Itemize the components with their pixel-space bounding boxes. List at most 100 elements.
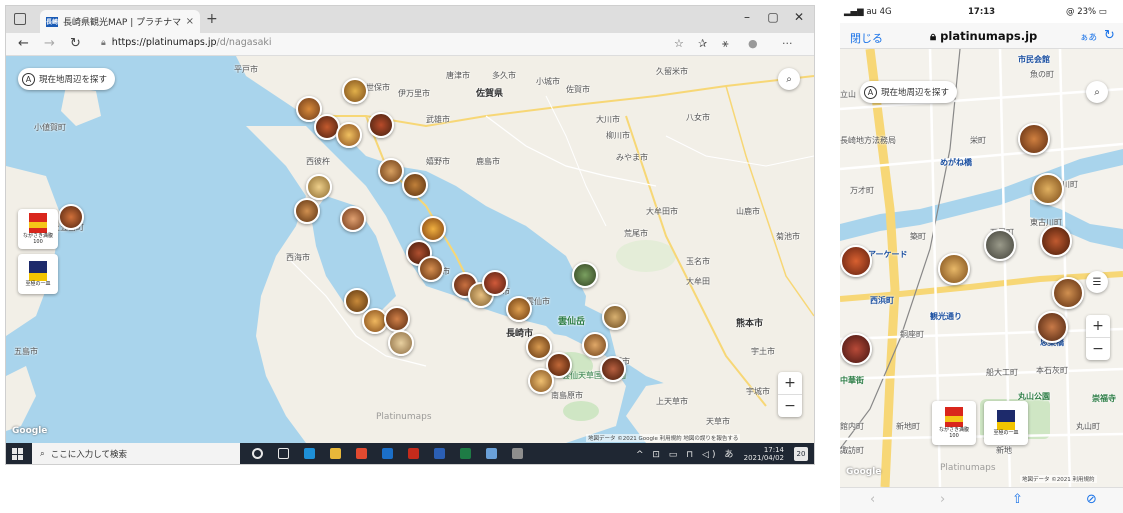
locate-nearby-button[interactable]: A 現在地周辺を探す [18,68,116,90]
excel-icon[interactable] [460,448,471,459]
place-label: 大牟田 [686,277,710,286]
spot-pin[interactable] [984,229,1016,261]
place-label: 佐賀市 [566,85,590,94]
spot-pin[interactable] [582,332,608,358]
place-label: 鹿島市 [476,157,500,166]
spot-pin[interactable] [482,270,508,296]
back-button[interactable]: ← [18,36,29,51]
favorites-icon[interactable]: ✰ [698,37,707,50]
chrome-icon[interactable] [356,448,367,459]
taskbar-search-field[interactable]: ⌕ ここに入力して検索 [32,443,240,464]
spot-pin[interactable] [402,172,428,198]
spot-pin[interactable] [306,174,332,200]
map-attribution[interactable]: 地図データ ©2021 Google 利用規約 地図の誤りを報告する [586,434,741,442]
card-caption: ながさき満腹 100 [22,233,53,245]
collection-card-shigoku[interactable]: 至極の一皿 [18,254,58,294]
collection-card-manpuku[interactable]: ながさき満腹 100 [932,401,976,445]
back-button[interactable]: ‹ [870,492,875,507]
spot-pin[interactable] [840,245,872,277]
close-window-button[interactable]: ✕ [788,10,810,24]
domain-label[interactable]: 🔒︎ platinumaps.jp [930,29,1037,44]
spot-pin[interactable] [572,262,598,288]
browser-tab[interactable]: 長崎 長崎県観光MAP | プラチナマップ × [40,10,200,33]
settings-app-icon[interactable] [512,448,523,459]
url-field[interactable]: 🔒︎ https://platinumaps.jp/d/nagasaki [101,37,272,48]
close-button[interactable]: 閉じる [850,30,883,46]
spot-pin[interactable] [528,368,554,394]
spot-pin[interactable] [58,204,84,230]
search-icon[interactable]: ⌕ [778,68,800,90]
minimize-button[interactable]: – [736,10,758,24]
acrobat-icon[interactable] [408,448,419,459]
share-icon[interactable]: ⇧ [1012,492,1023,507]
list-icon[interactable]: ☰ [1086,271,1108,293]
profile-avatar[interactable]: ● [748,37,758,50]
spot-pin[interactable] [506,296,532,322]
spot-pin[interactable] [938,253,970,285]
mobile-browser: ▂▄▆ au 4G 17:13 @ 23% ▭ 閉じる 🔒︎ platinuma… [840,5,1123,513]
phone-map-view[interactable]: 市民会館 魚の町 立山 長崎地方法務局 栄町 めがね橋 万才町 川町 築町 万屋… [840,49,1123,487]
collections-icon[interactable]: ⚹ [722,37,729,51]
refresh-button[interactable]: ↻ [70,36,81,51]
spot-pin[interactable] [1052,277,1084,309]
place-label: 上天草市 [656,397,688,406]
collection-card-manpuku[interactable]: ながさき満腹 100 [18,209,58,249]
phone-zoom-control: + − [1086,315,1110,360]
tab-close-icon[interactable]: × [186,16,194,27]
spot-pin[interactable] [600,356,626,382]
spot-pin[interactable] [1036,311,1068,343]
text-size-button[interactable]: ぁあ [1080,31,1097,43]
zoom-out-button[interactable]: − [778,395,802,417]
spot-pin[interactable] [1040,225,1072,257]
spot-pin[interactable] [602,304,628,330]
place-label: 小城市 [536,77,560,86]
map-attribution[interactable]: 地図データ ©2021 利用規約 [1020,475,1097,483]
system-tray-icons[interactable]: ^ ⊡ ▭ ⊓ ◁) あ [636,447,736,460]
spot-pin[interactable] [342,78,368,104]
file-explorer-icon[interactable] [330,448,341,459]
spot-pin[interactable] [384,306,410,332]
spot-pin[interactable] [1018,123,1050,155]
spot-pin[interactable] [294,198,320,224]
word-icon[interactable] [434,448,445,459]
map-view[interactable]: 平戸市 佐世保市 伊万里市 唐津市 多久市 小城市 佐賀県 佐賀市 大川市 柳川… [6,56,814,443]
tab-title: 長崎県観光MAP | プラチナマップ [63,18,182,28]
forward-button[interactable]: › [940,492,945,507]
spot-pin[interactable] [1032,173,1064,205]
phone-locate-nearby-button[interactable]: A 現在地周辺を探す [860,81,958,103]
spot-pin[interactable] [388,330,414,356]
edge-icon[interactable] [304,448,315,459]
search-icon[interactable]: ⌕ [1086,81,1108,103]
task-view-icon[interactable] [278,448,289,459]
window-menu-icon[interactable] [14,13,26,25]
map-label: 丸山町 [1076,422,1100,431]
more-menu-icon[interactable]: ··· [782,37,793,50]
spot-pin[interactable] [340,206,366,232]
zoom-in-button[interactable]: + [1086,315,1110,337]
spot-pin[interactable] [378,158,404,184]
favorite-star-icon[interactable]: ☆ [674,37,684,50]
maximize-button[interactable]: ▢ [762,10,784,24]
zoom-out-button[interactable]: − [1086,338,1110,360]
notification-center-icon[interactable]: 20 [794,447,808,461]
spot-pin[interactable] [420,216,446,242]
zoom-in-button[interactable]: + [778,372,802,394]
spot-pin[interactable] [368,112,394,138]
windows-start-icon[interactable] [12,448,24,460]
phone-status-bar: ▂▄▆ au 4G 17:13 @ 23% ▭ [840,5,1123,21]
reload-icon[interactable]: ↻ [1104,28,1115,43]
map-label: 中華街 [840,376,864,385]
cortana-icon[interactable] [252,448,263,459]
forward-button[interactable]: → [44,36,55,51]
spot-pin[interactable] [840,333,872,365]
app-icon[interactable] [486,448,497,459]
spot-pin[interactable] [418,256,444,282]
new-tab-button[interactable]: + [206,11,218,27]
spot-pin[interactable] [336,122,362,148]
collection-card-shigoku[interactable]: 至極の一皿 [984,401,1028,445]
outlook-icon[interactable] [382,448,393,459]
clock[interactable]: 17:14 2021/04/02 [744,446,784,463]
compass-icon[interactable]: ⊘ [1086,492,1097,507]
battery-status: @ 23% ▭ [1066,7,1107,17]
place-label: 宇土市 [751,347,775,356]
